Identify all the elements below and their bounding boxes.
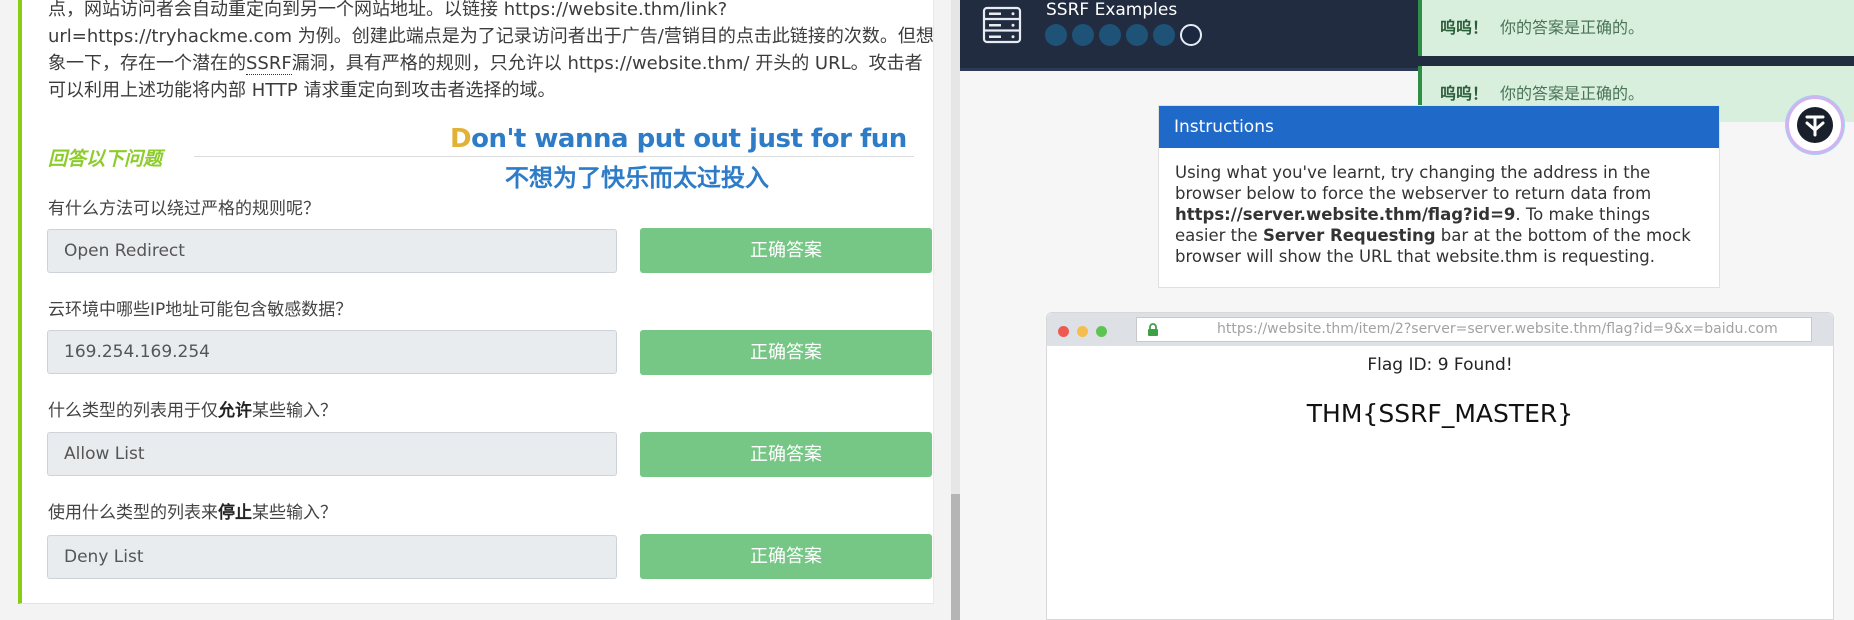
instructions-body: Using what you've learnt, try changing t… xyxy=(1159,148,1719,267)
instructions-text-1: Using what you've learnt, try changing t… xyxy=(1175,163,1652,203)
tryhackme-logo-icon[interactable] xyxy=(1786,96,1844,154)
progress-step[interactable] xyxy=(1126,24,1148,46)
question-4-label-post: 某些输入？ xyxy=(252,503,337,523)
success-toast-1[interactable]: 呜呜！ 你的答案是正确的。 xyxy=(1418,0,1854,56)
progress-step[interactable] xyxy=(1153,24,1175,46)
intro-line-2: url=https://tryhackme.com 为例。创建此端点是为了记录访… xyxy=(48,26,934,47)
intro-line-1: 点，网站访问者会自动重定向到另一个网站地址。以链接 https://websit… xyxy=(48,0,728,20)
instructions-heading: Instructions xyxy=(1159,106,1719,148)
question-3-label-pre: 什么类型的列表用于仅 xyxy=(48,401,218,421)
question-3-label-post: 某些输入？ xyxy=(252,401,337,421)
progress-steps xyxy=(1045,24,1207,48)
subtitle-english-rest: on't wanna put out just for fun xyxy=(471,124,907,154)
browser-address-bar[interactable]: https://website.thm/item/2?server=server… xyxy=(1136,317,1812,342)
question-4-label-bold: 停止 xyxy=(218,503,252,523)
intro-line-4: 可以利用上述功能将内部 HTTP 请求重定向到攻击者选择的域。 xyxy=(48,80,556,101)
instructions-panel: Instructions Using what you've learnt, t… xyxy=(1158,105,1720,288)
instructions-server-requesting: Server Requesting xyxy=(1262,226,1436,245)
question-3-label-bold: 允许 xyxy=(218,401,252,421)
tryhackme-logo-glyph xyxy=(1797,107,1833,143)
question-3-correct-button[interactable]: 正确答案 xyxy=(640,432,932,477)
app-title: SSRF Examples xyxy=(1046,0,1178,20)
progress-step-current[interactable] xyxy=(1180,24,1202,46)
question-2-answer-field[interactable]: 169.254.169.254 xyxy=(47,330,617,374)
video-subtitle-english: Don't wanna put out just for fun xyxy=(450,124,907,154)
lock-icon xyxy=(1148,323,1158,336)
intro-line-3: 象一下，存在一个潜在的SSRF漏洞，具有严格的规则，只允许以 https://w… xyxy=(48,50,928,77)
toast-1-strong: 呜呜！ xyxy=(1440,18,1489,37)
instructions-target-url: https://server.website.thm/flag?id=9 xyxy=(1175,205,1516,224)
scrollbar-thumb[interactable] xyxy=(951,494,960,620)
question-4-answer-field[interactable]: Deny List xyxy=(47,535,617,579)
minimize-window-dot[interactable] xyxy=(1077,326,1088,337)
flag-found-message: Flag ID: 9 Found! xyxy=(1367,355,1513,375)
question-2-label-post: 地址可能包含敏感数据？ xyxy=(165,300,353,320)
question-3-label: 什么类型的列表用于仅允许某些输入？ xyxy=(48,396,337,421)
question-1-correct-button[interactable]: 正确答案 xyxy=(640,228,932,273)
subtitle-first-letter: D xyxy=(450,124,472,154)
intro-line-3-start: 象一下，存在一个潜在的 xyxy=(48,53,246,74)
browser-toolbar: https://website.thm/item/2?server=server… xyxy=(1047,313,1833,346)
flag-value: THM{SSRF_MASTER} xyxy=(1306,399,1574,428)
question-1-label: 有什么方法可以绕过严格的规则呢？ xyxy=(48,199,320,219)
video-subtitle-chinese: 不想为了快乐而太过投入 xyxy=(505,164,769,192)
task-intro-text: 点，网站访问者会自动重定向到另一个网站地址。以链接 https://websit… xyxy=(48,0,934,104)
section-divider xyxy=(194,156,914,157)
maximize-window-dot[interactable] xyxy=(1096,326,1107,337)
question-3-answer-field[interactable]: Allow List xyxy=(47,432,617,476)
intro-line-3-end: 漏洞，具有严格的规则，只允许以 https://website.thm/ 开头的… xyxy=(291,53,923,74)
progress-step[interactable] xyxy=(1072,24,1094,46)
toast-1-text: 你的答案是正确的。 xyxy=(1500,18,1645,37)
browser-address-text[interactable]: https://website.thm/item/2?server=server… xyxy=(1217,318,1778,341)
question-2-label: 云环境中哪些IP地址可能包含敏感数据？ xyxy=(48,295,352,320)
question-2-correct-button[interactable]: 正确答案 xyxy=(640,330,932,375)
toast-2-text: 你的答案是正确的。 xyxy=(1500,84,1645,103)
ssrf-abbreviation[interactable]: SSRF xyxy=(246,53,292,75)
progress-step[interactable] xyxy=(1099,24,1121,46)
ssrf-app-panel: SSRF Examples 呜呜！ 你的答案是正确的。 呜呜！ 你的答案是正确的。 … xyxy=(960,0,1854,620)
question-4-label: 使用什么类型的列表来停止某些输入？ xyxy=(48,498,337,523)
close-window-dot[interactable] xyxy=(1058,326,1069,337)
questions-section-title: 回答以下问题 xyxy=(48,148,163,170)
question-4-label-pre: 使用什么类型的列表来 xyxy=(48,503,218,523)
task-panel: 点，网站访问者会自动重定向到另一个网站地址。以链接 https://websit… xyxy=(0,0,960,620)
question-1-answer-field[interactable]: Open Redirect xyxy=(47,229,617,273)
mock-browser: https://website.thm/item/2?server=server… xyxy=(1046,312,1834,620)
question-4-correct-button[interactable]: 正确答案 xyxy=(640,534,932,579)
server-icon xyxy=(982,6,1022,44)
progress-step[interactable] xyxy=(1045,24,1067,46)
left-panel-scrollbar[interactable] xyxy=(951,0,960,620)
toast-2-strong: 呜呜！ xyxy=(1440,84,1489,103)
question-2-label-ip: IP xyxy=(150,300,166,320)
task-card: 点，网站访问者会自动重定向到另一个网站地址。以链接 https://websit… xyxy=(18,0,934,604)
question-2-label-pre: 云环境中哪些 xyxy=(48,300,150,320)
